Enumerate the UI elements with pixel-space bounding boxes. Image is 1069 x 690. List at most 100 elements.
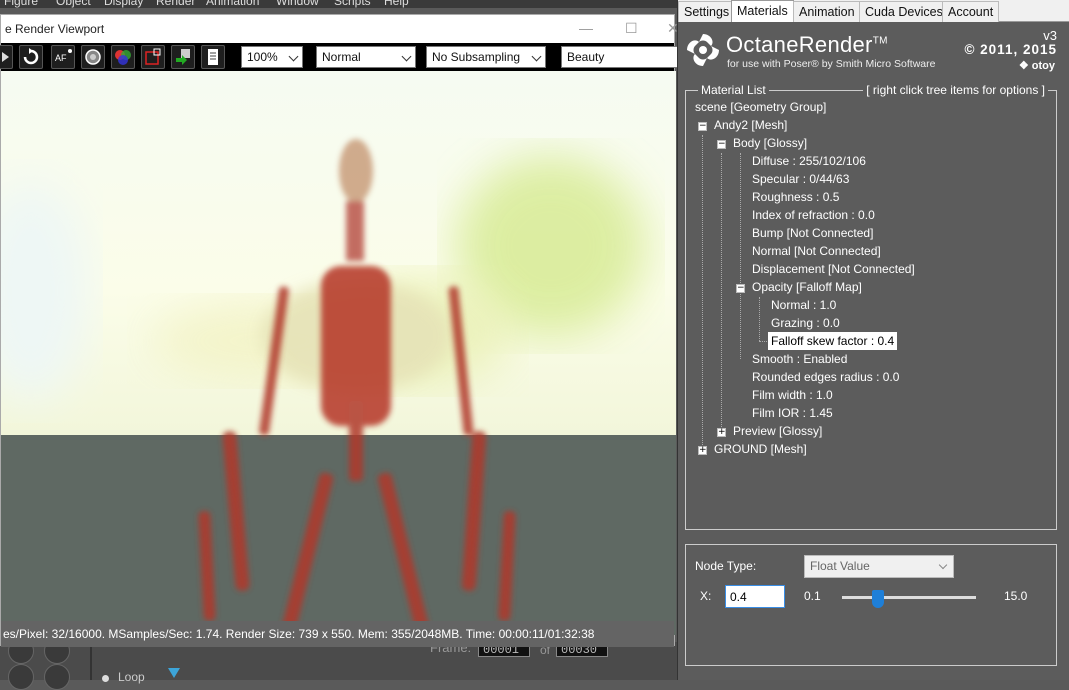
chevron-down-icon <box>401 51 412 62</box>
tab-animation[interactable]: Animation <box>793 1 861 22</box>
tab-settings[interactable]: Settings <box>678 1 736 22</box>
octane-panel: Settings Materials Animation Cuda Device… <box>677 0 1069 680</box>
tree-item-smooth[interactable]: Smooth : Enabled <box>752 350 847 368</box>
zoom-select[interactable]: 100% <box>241 46 303 68</box>
tree-item-roughness[interactable]: Roughness : 0.5 <box>752 188 839 206</box>
tree-item-body[interactable]: Body [Glossy] <box>733 134 807 152</box>
svg-text:AF: AF <box>55 53 67 63</box>
expand-icon[interactable]: + <box>698 446 707 455</box>
value-slider-thumb[interactable] <box>872 590 885 608</box>
zoom-value: 100% <box>247 50 278 64</box>
x-label: X: <box>700 589 712 603</box>
divider <box>90 644 92 680</box>
chevron-down-icon <box>288 51 299 62</box>
restart-icon <box>23 48 39 65</box>
menu-scripts[interactable]: Scripts <box>334 0 371 8</box>
tree-item-grazing[interactable]: Grazing : 0.0 <box>771 314 840 332</box>
color-wheel-button[interactable] <box>111 45 135 69</box>
export-icon <box>176 49 190 65</box>
tree-connector <box>702 135 703 455</box>
tree-item-scene[interactable]: scene [Geometry Group] <box>695 98 826 116</box>
tree-item-andy2[interactable]: Andy2 [Mesh] <box>714 116 787 134</box>
tree-item-specular[interactable]: Specular : 0/44/63 <box>752 170 849 188</box>
subsampling-select[interactable]: No Subsampling <box>426 46 546 68</box>
tab-account[interactable]: Account <box>942 1 1000 22</box>
tree-item-film-width[interactable]: Film width : 1.0 <box>752 386 833 404</box>
copyright-label: © 2011, 2015 <box>964 42 1057 57</box>
poser-control-dial[interactable] <box>44 664 70 690</box>
color-wheel-icon <box>115 50 131 65</box>
collapse-icon[interactable]: − <box>717 140 726 149</box>
tree-item-displacement[interactable]: Displacement [Not Connected] <box>752 260 915 278</box>
tree-item-ground[interactable]: GROUND [Mesh] <box>714 440 807 458</box>
timeline-playhead[interactable] <box>168 668 180 678</box>
tree-item-rounded-edges[interactable]: Rounded edges radius : 0.0 <box>752 368 899 386</box>
region-button[interactable] <box>141 45 165 69</box>
subsampling-value: No Subsampling <box>432 50 521 64</box>
camera-icon <box>85 49 101 65</box>
minimize-icon[interactable]: — <box>579 20 593 36</box>
viewport-titlebar[interactable]: e Render Viewport — ☐ ✕ <box>1 15 679 43</box>
region-icon <box>145 48 161 65</box>
chevron-down-icon <box>938 560 948 570</box>
autofocus-icon: AF <box>55 49 72 63</box>
x-value-input[interactable] <box>725 585 785 608</box>
node-type-select[interactable]: Float Value <box>804 555 954 578</box>
viewport-toolbar: AF 100% Normal No Subsampling Beauty <box>0 43 679 71</box>
export-button[interactable] <box>171 45 195 69</box>
tree-item-normal[interactable]: Normal [Not Connected] <box>752 242 881 260</box>
brand-tm: TM <box>872 35 888 47</box>
node-type-value: Float Value <box>810 559 870 573</box>
tab-cuda-devices[interactable]: Cuda Devices <box>859 1 949 22</box>
tree-connector <box>740 153 741 359</box>
menu-animation[interactable]: Animation <box>206 0 259 8</box>
octane-logo-icon <box>687 34 719 66</box>
node-editor-box: Node Type: Float Value X: 0.1 15.0 <box>685 544 1057 666</box>
tree-item-film-ior[interactable]: Film IOR : 1.45 <box>752 404 833 422</box>
poser-menubar: Figure Object Display Render Animation W… <box>0 0 680 8</box>
material-list-hint: [ right click tree items for options ] <box>863 83 1048 97</box>
brand-name: OctaneRenderTM <box>726 32 888 58</box>
camera-button[interactable] <box>81 45 105 69</box>
brand-subtitle: for use with Poser® by Smith Micro Softw… <box>727 58 936 70</box>
restart-button[interactable] <box>19 45 43 69</box>
render-status-bar: es/Pixel: 32/16000. MSamples/Sec: 1.74. … <box>1 621 674 647</box>
menu-render[interactable]: Render <box>156 0 195 8</box>
slider-max-label: 15.0 <box>1004 589 1028 603</box>
tree-item-opacity-normal[interactable]: Normal : 1.0 <box>771 296 836 314</box>
menu-figure[interactable]: Figure <box>4 0 38 8</box>
menu-object[interactable]: Object <box>56 0 91 8</box>
tree-item-ior[interactable]: Index of refraction : 0.0 <box>752 206 875 224</box>
tree-item-bump[interactable]: Bump [Not Connected] <box>752 224 873 242</box>
collapse-icon[interactable]: − <box>736 284 745 293</box>
menu-window[interactable]: Window <box>276 0 319 8</box>
tree-item-falloff-skew[interactable]: Falloff skew factor : 0.4 <box>768 332 898 350</box>
tree-item-opacity[interactable]: Opacity [Falloff Map] <box>752 278 862 296</box>
material-list-label: Material List <box>698 83 769 97</box>
render-mode-value: Normal <box>322 50 361 64</box>
tab-materials[interactable]: Materials <box>731 0 794 22</box>
loop-radio[interactable] <box>102 675 109 682</box>
poser-control-dial[interactable] <box>8 664 34 690</box>
node-type-label: Node Type: <box>695 559 757 573</box>
menu-display[interactable]: Display <box>104 0 143 8</box>
play-button[interactable] <box>0 45 13 69</box>
tree-connector <box>721 153 722 433</box>
value-slider-track[interactable] <box>842 596 976 599</box>
render-mode-select[interactable]: Normal <box>316 46 416 68</box>
slider-min-label: 0.1 <box>804 589 821 603</box>
tree-item-diffuse[interactable]: Diffuse : 255/102/106 <box>752 152 866 170</box>
document-button[interactable] <box>201 45 225 69</box>
expand-icon[interactable]: + <box>717 428 726 437</box>
maximize-icon[interactable]: ☐ <box>625 20 638 37</box>
chevron-down-icon <box>531 51 542 62</box>
tree-item-preview[interactable]: Preview [Glossy] <box>733 422 822 440</box>
autofocus-button[interactable]: AF <box>51 45 75 69</box>
menu-help[interactable]: Help <box>384 0 409 8</box>
collapse-icon[interactable]: − <box>698 122 707 131</box>
viewport-title: e Render Viewport <box>5 22 105 36</box>
render-image[interactable] <box>1 71 676 635</box>
render-pass-select[interactable]: Beauty <box>561 46 679 68</box>
tree-connector <box>759 341 767 342</box>
tab-strip: Settings Materials Animation Cuda Device… <box>678 0 1069 22</box>
